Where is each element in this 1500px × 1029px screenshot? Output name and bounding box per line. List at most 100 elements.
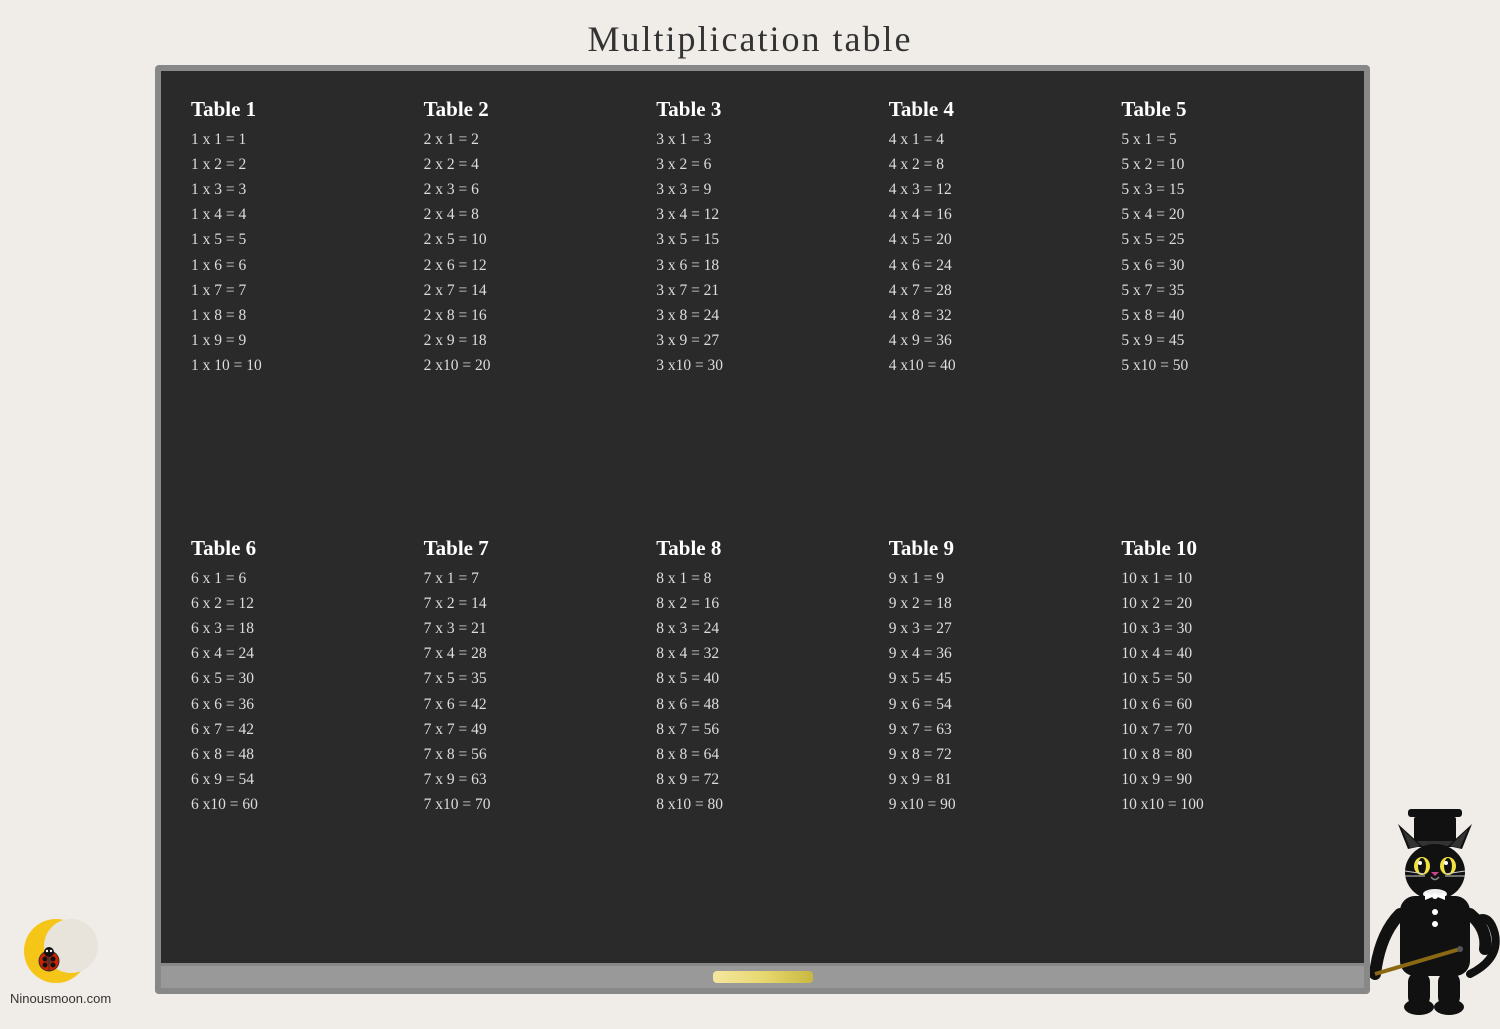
- table-2-row-6: 2 x 7 = 14: [424, 278, 641, 303]
- table-7-row-7: 7 x 8 = 56: [424, 742, 641, 767]
- table-4: Table 4 4 x 1 = 4 4 x 2 = 8 4 x 3 = 12 4…: [879, 89, 1112, 506]
- table-10-row-6: 10 x 7 = 70: [1121, 717, 1338, 742]
- table-8-row-4: 8 x 5 = 40: [656, 666, 873, 691]
- table-10-row-8: 10 x 9 = 90: [1121, 767, 1338, 792]
- table-9-row-2: 9 x 3 = 27: [889, 616, 1106, 641]
- table-4-row-5: 4 x 6 = 24: [889, 253, 1106, 278]
- table-6-row-2: 6 x 3 = 18: [191, 616, 408, 641]
- table-4-row-6: 4 x 7 = 28: [889, 278, 1106, 303]
- table-1-row-8: 1 x 9 = 9: [191, 328, 408, 353]
- table-6-row-5: 6 x 6 = 36: [191, 692, 408, 717]
- table-5-row-6: 5 x 7 = 35: [1121, 278, 1338, 303]
- table-10-row-7: 10 x 8 = 80: [1121, 742, 1338, 767]
- cat-svg: [1370, 804, 1500, 1024]
- table-5-row-5: 5 x 6 = 30: [1121, 253, 1338, 278]
- table-7-row-8: 7 x 9 = 63: [424, 767, 641, 792]
- table-4-row-9: 4 x10 = 40: [889, 353, 1106, 378]
- table-10-row-3: 10 x 4 = 40: [1121, 641, 1338, 666]
- table-1-row-6: 1 x 7 = 7: [191, 278, 408, 303]
- table-9-row-0: 9 x 1 = 9: [889, 566, 1106, 591]
- table-2-row-8: 2 x 9 = 18: [424, 328, 641, 353]
- table-10: Table 10 10 x 1 = 10 10 x 2 = 20 10 x 3 …: [1111, 506, 1344, 923]
- table-2: Table 2 2 x 1 = 2 2 x 2 = 4 2 x 3 = 6 2 …: [414, 89, 647, 506]
- table-1: Table 1 1 x 1 = 1 1 x 2 = 2 1 x 3 = 3 1 …: [181, 89, 414, 506]
- table-3: Table 3 3 x 1 = 3 3 x 2 = 6 3 x 3 = 9 3 …: [646, 89, 879, 506]
- table-9-row-8: 9 x 9 = 81: [889, 767, 1106, 792]
- table-10-title: Table 10: [1121, 536, 1338, 561]
- table-4-row-7: 4 x 8 = 32: [889, 303, 1106, 328]
- table-2-row-7: 2 x 8 = 16: [424, 303, 641, 328]
- table-6-row-0: 6 x 1 = 6: [191, 566, 408, 591]
- table-1-row-4: 1 x 5 = 5: [191, 227, 408, 252]
- table-5-row-9: 5 x10 = 50: [1121, 353, 1338, 378]
- table-5-row-8: 5 x 9 = 45: [1121, 328, 1338, 353]
- moon-logo: [21, 909, 101, 989]
- table-10-row-2: 10 x 3 = 30: [1121, 616, 1338, 641]
- table-3-row-8: 3 x 9 = 27: [656, 328, 873, 353]
- table-4-row-3: 4 x 4 = 16: [889, 202, 1106, 227]
- table-3-row-3: 3 x 4 = 12: [656, 202, 873, 227]
- board-content: Table 1 1 x 1 = 1 1 x 2 = 2 1 x 3 = 3 1 …: [181, 89, 1344, 923]
- table-1-row-2: 1 x 3 = 3: [191, 177, 408, 202]
- table-6-row-9: 6 x10 = 60: [191, 792, 408, 817]
- table-4-row-0: 4 x 1 = 4: [889, 127, 1106, 152]
- table-4-row-4: 4 x 5 = 20: [889, 227, 1106, 252]
- table-3-row-6: 3 x 7 = 21: [656, 278, 873, 303]
- table-7-row-6: 7 x 7 = 49: [424, 717, 641, 742]
- table-7: Table 7 7 x 1 = 7 7 x 2 = 14 7 x 3 = 21 …: [414, 506, 647, 923]
- table-3-row-4: 3 x 5 = 15: [656, 227, 873, 252]
- table-1-row-1: 1 x 2 = 2: [191, 152, 408, 177]
- table-7-row-1: 7 x 2 = 14: [424, 591, 641, 616]
- table-3-row-9: 3 x10 = 30: [656, 353, 873, 378]
- table-1-row-9: 1 x 10 = 10: [191, 353, 408, 378]
- table-2-row-5: 2 x 6 = 12: [424, 253, 641, 278]
- table-8-row-9: 8 x10 = 80: [656, 792, 873, 817]
- table-4-row-1: 4 x 2 = 8: [889, 152, 1106, 177]
- table-2-row-9: 2 x10 = 20: [424, 353, 641, 378]
- table-3-row-7: 3 x 8 = 24: [656, 303, 873, 328]
- table-3-title: Table 3: [656, 97, 873, 122]
- table-5-row-4: 5 x 5 = 25: [1121, 227, 1338, 252]
- table-1-row-7: 1 x 8 = 8: [191, 303, 408, 328]
- table-1-title: Table 1: [191, 97, 408, 122]
- table-4-row-8: 4 x 9 = 36: [889, 328, 1106, 353]
- table-6-title: Table 6: [191, 536, 408, 561]
- table-8-row-6: 8 x 7 = 56: [656, 717, 873, 742]
- table-9: Table 9 9 x 1 = 9 9 x 2 = 18 9 x 3 = 27 …: [879, 506, 1112, 923]
- table-7-row-0: 7 x 1 = 7: [424, 566, 641, 591]
- page-title: Multiplication table: [0, 0, 1500, 60]
- logo-text: Ninousmoon.com: [10, 991, 111, 1006]
- table-10-row-1: 10 x 2 = 20: [1121, 591, 1338, 616]
- table-2-row-3: 2 x 4 = 8: [424, 202, 641, 227]
- table-4-row-2: 4 x 3 = 12: [889, 177, 1106, 202]
- table-7-title: Table 7: [424, 536, 641, 561]
- table-5-title: Table 5: [1121, 97, 1338, 122]
- table-6-row-6: 6 x 7 = 42: [191, 717, 408, 742]
- table-9-row-5: 9 x 6 = 54: [889, 692, 1106, 717]
- table-5-row-1: 5 x 2 = 10: [1121, 152, 1338, 177]
- table-8-row-3: 8 x 4 = 32: [656, 641, 873, 666]
- table-1-row-0: 1 x 1 = 1: [191, 127, 408, 152]
- table-10-row-0: 10 x 1 = 10: [1121, 566, 1338, 591]
- table-7-row-2: 7 x 3 = 21: [424, 616, 641, 641]
- table-9-row-7: 9 x 8 = 72: [889, 742, 1106, 767]
- chalk-piece: [713, 971, 813, 983]
- table-5-row-0: 5 x 1 = 5: [1121, 127, 1338, 152]
- table-8-row-0: 8 x 1 = 8: [656, 566, 873, 591]
- table-9-row-6: 9 x 7 = 63: [889, 717, 1106, 742]
- table-9-title: Table 9: [889, 536, 1106, 561]
- table-10-row-9: 10 x10 = 100: [1121, 792, 1338, 817]
- table-3-row-2: 3 x 3 = 9: [656, 177, 873, 202]
- logo-area: Ninousmoon.com: [10, 909, 111, 1006]
- table-7-row-3: 7 x 4 = 28: [424, 641, 641, 666]
- table-7-row-4: 7 x 5 = 35: [424, 666, 641, 691]
- table-9-row-1: 9 x 2 = 18: [889, 591, 1106, 616]
- table-8-row-7: 8 x 8 = 64: [656, 742, 873, 767]
- table-1-row-5: 1 x 6 = 6: [191, 253, 408, 278]
- table-9-row-3: 9 x 4 = 36: [889, 641, 1106, 666]
- table-8-row-1: 8 x 2 = 16: [656, 591, 873, 616]
- cat-figure: [1370, 804, 1490, 1004]
- table-9-row-4: 9 x 5 = 45: [889, 666, 1106, 691]
- table-8-row-2: 8 x 3 = 24: [656, 616, 873, 641]
- table-3-row-1: 3 x 2 = 6: [656, 152, 873, 177]
